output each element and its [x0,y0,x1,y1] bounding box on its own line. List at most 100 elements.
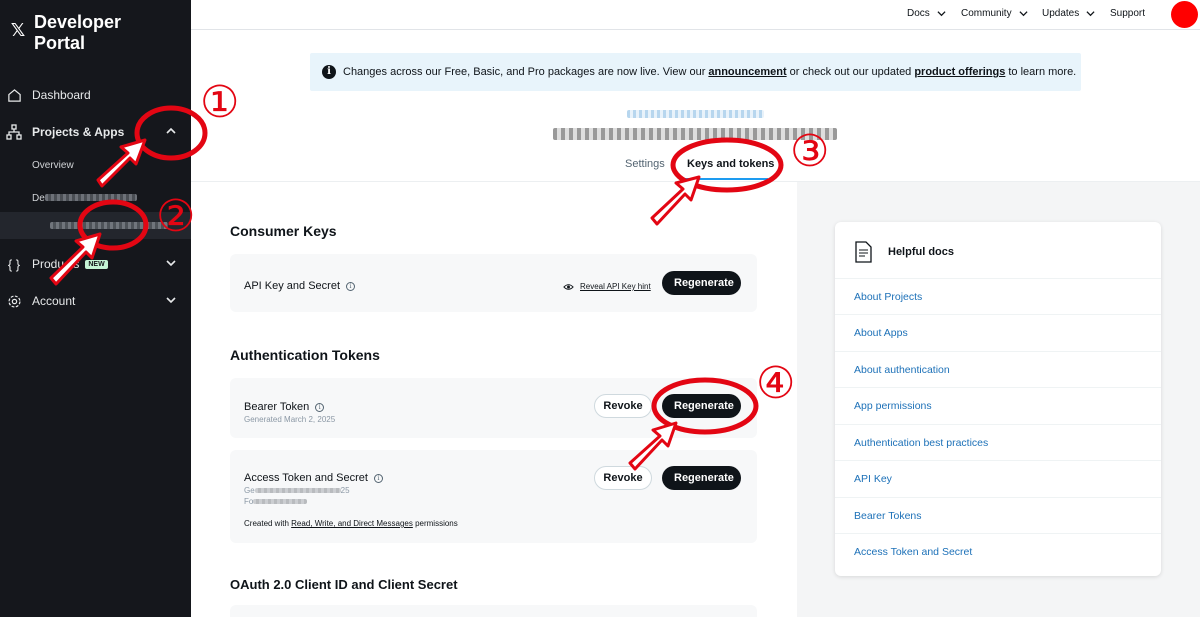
redacted-project-name [44,194,137,201]
banner-text: or check out our updated [789,66,912,78]
nav-support-label: Support [1110,8,1146,19]
nav-docs[interactable]: Docs [907,8,946,19]
sidebar-item-label: Dashboard [32,88,91,102]
annotation-marker-4: ④ [756,358,795,409]
active-tab-indicator [684,178,768,180]
sidebar-item-overview[interactable]: Overview [32,160,74,171]
bearer-token-label-text: Bearer Token [244,401,310,413]
info-icon[interactable]: i [373,473,383,483]
gear-icon [6,293,22,309]
redacted-text [253,499,308,504]
bearer-generated-date: Generated March 2, 2025 [244,415,336,424]
nav-docs-label: Docs [907,8,930,19]
announcement-banner: i Changes across our Free, Basic, and Pr… [310,53,1081,91]
redacted-app-id [553,128,837,140]
doc-link-about-apps[interactable]: About Apps [835,314,1161,350]
banner-text: to learn more. [1008,66,1077,78]
regenerate-bearer-button[interactable]: Regenerate [662,394,741,418]
redacted-text [254,488,341,493]
chevron-down-icon[interactable] [165,257,177,272]
new-badge: NEW [85,259,108,269]
home-icon [6,87,22,103]
annotation-marker-1: ① [200,77,239,128]
permissions-text: permissions [415,519,458,528]
sidebar-item-label: Projects & Apps [32,125,125,139]
access-generated-suffix: 25 [340,486,350,495]
regenerate-api-key-button[interactable]: Regenerate [662,271,741,295]
portal-title: Developer Portal [34,12,122,53]
nav-updates[interactable]: Updates [1042,8,1095,19]
sidebar-item-projects-apps[interactable]: Projects & Apps [0,116,191,148]
doc-link-access-token-secret[interactable]: Access Token and Secret [835,533,1161,569]
braces-icon: { } [7,256,21,272]
helpful-docs-panel: Helpful docs About Projects About Apps A… [835,222,1161,576]
access-token-label-text: Access Token and Secret [244,472,368,484]
sidebar-item-account[interactable]: Account [0,285,191,317]
avatar[interactable] [1171,1,1198,28]
doc-link-api-key[interactable]: API Key [835,460,1161,496]
doc-link-bearer-tokens[interactable]: Bearer Tokens [835,497,1161,533]
chevron-down-icon[interactable] [165,294,177,309]
helpful-docs-title: Helpful docs [888,246,955,258]
authentication-tokens-title: Authentication Tokens [230,347,380,363]
sidebar: 𝕏 Developer Portal Dashboard Projects & … [0,0,191,617]
regenerate-access-token-button[interactable]: Regenerate [662,466,741,490]
chevron-down-icon [1019,11,1028,17]
x-logo-icon: 𝕏 [10,20,26,40]
consumer-keys-title: Consumer Keys [230,223,337,239]
access-generated-line: Ge 25 [244,486,350,495]
revoke-bearer-button[interactable]: Revoke [594,394,652,418]
access-generated-prefix: Ge [244,486,255,495]
helpful-docs-header: Helpful docs [855,241,954,263]
tab-settings[interactable]: Settings [625,158,665,170]
doc-link-about-authentication[interactable]: About authentication [835,351,1161,387]
created-with-text: Created with [244,519,289,528]
sidebar-item-dashboard[interactable]: Dashboard [0,79,191,111]
access-permissions-line: Created with Read, Write, and Direct Mes… [244,519,458,528]
sidebar-item-project[interactable]: De [32,193,137,204]
bearer-token-card: Bearer Token i Generated March 2, 2025 R… [230,378,757,438]
announcement-link[interactable]: announcement [708,66,786,78]
sidebar-item-label: Products [32,257,80,271]
reveal-api-key-hint-text: Reveal API Key hint [580,282,651,291]
chevron-up-icon[interactable] [165,125,177,140]
access-owner-prefix: Fo [244,497,254,506]
eye-icon [563,283,574,290]
bearer-token-label: Bearer Token i [244,401,325,413]
banner-text: Changes across our Free, Basic, and Pro … [343,66,706,78]
nav-community-label: Community [961,8,1012,19]
nav-support[interactable]: Support [1110,8,1145,19]
annotation-arrow-3 [650,175,701,226]
api-key-card: API Key and Secret i Reveal API Key hint… [230,254,757,312]
reveal-api-key-hint-link[interactable]: Reveal API Key hint [563,282,651,291]
revoke-access-token-button[interactable]: Revoke [594,466,652,490]
project-name-prefix: De [32,193,45,204]
info-icon[interactable]: i [315,402,325,412]
permissions-link[interactable]: Read, Write, and Direct Messages [291,519,413,528]
nav-updates-label: Updates [1042,8,1080,19]
top-nav: Docs Community Updates Support [191,0,1200,30]
oauth-title: OAuth 2.0 Client ID and Client Secret [230,577,458,592]
info-icon: i [322,65,336,79]
chevron-down-icon [937,11,946,17]
projects-icon [6,124,22,140]
access-token-card: Access Token and Secret i Ge 25 Fo Create… [230,450,757,543]
access-token-label: Access Token and Secret i [244,472,383,484]
sidebar-item-app-selected[interactable] [0,212,191,239]
nav-community[interactable]: Community [961,8,1028,19]
product-offerings-link[interactable]: product offerings [914,66,1005,78]
info-icon[interactable]: i [346,281,355,291]
oauth-card [230,605,757,617]
doc-link-app-permissions[interactable]: App permissions [835,387,1161,423]
brand[interactable]: 𝕏 Developer Portal [6,12,144,54]
tab-keys-and-tokens[interactable]: Keys and tokens [687,158,774,170]
chevron-down-icon [1086,11,1095,17]
sidebar-item-label: Account [32,294,76,308]
redacted-app-label [627,110,764,118]
api-key-label: API Key and Secret i [244,280,355,292]
doc-link-auth-best-practices[interactable]: Authentication best practices [835,424,1161,460]
api-key-label-text: API Key and Secret [244,280,340,292]
doc-link-about-projects[interactable]: About Projects [835,278,1161,314]
sidebar-item-products[interactable]: { } Products NEW [0,248,191,280]
access-owner-line: Fo [244,497,308,506]
